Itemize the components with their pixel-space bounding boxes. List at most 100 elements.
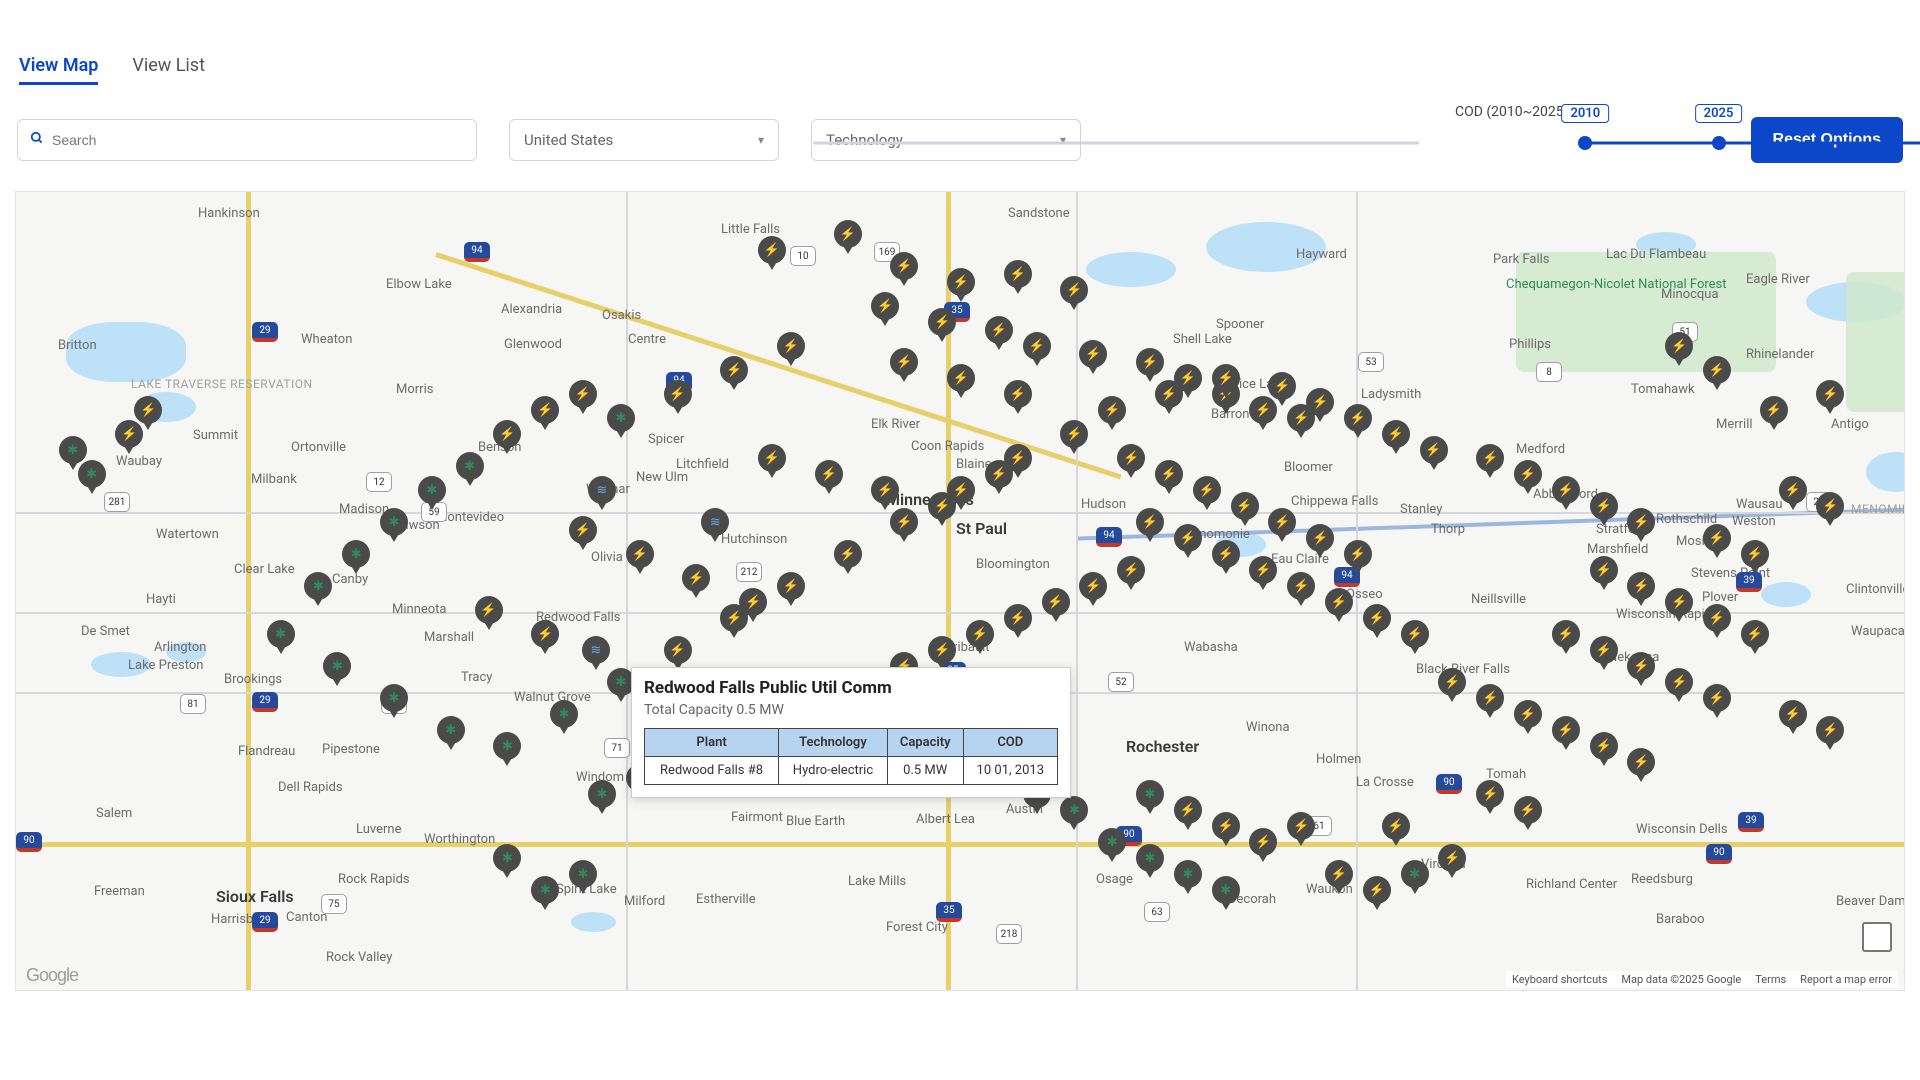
map-pin[interactable]: ✱	[78, 460, 106, 496]
map-pin[interactable]: ⚡	[928, 492, 956, 528]
map-pin[interactable]: ⚡	[985, 316, 1013, 352]
map-pin[interactable]: ⚡	[1816, 492, 1844, 528]
map-pin[interactable]: ⚡	[1004, 604, 1032, 640]
map-pin[interactable]: ⚡	[1382, 812, 1410, 848]
search-input[interactable]	[52, 132, 464, 148]
map-pin[interactable]: ⚡	[1476, 684, 1504, 720]
map-pin[interactable]: ⚡	[1268, 508, 1296, 544]
map-pin[interactable]: ⚡	[834, 220, 862, 256]
map-pin[interactable]: ⚡	[664, 380, 692, 416]
map-pin[interactable]: ⚡	[758, 236, 786, 272]
map-pin[interactable]: ⚡	[1287, 812, 1315, 848]
map-pin[interactable]: ⚡	[1155, 460, 1183, 496]
map-pin[interactable]: ✱	[380, 508, 408, 544]
map-pin[interactable]: ⚡	[777, 572, 805, 608]
map-pin[interactable]: ✱	[493, 732, 521, 768]
map-pin[interactable]: ✱	[1401, 860, 1429, 896]
map-pin[interactable]: ⚡	[1779, 476, 1807, 512]
map-pin[interactable]: ⚡	[1023, 332, 1051, 368]
map-pin[interactable]: ⚡	[1363, 604, 1391, 640]
map-pin[interactable]: ⚡	[1703, 524, 1731, 560]
technology-select[interactable]: Technology ▾	[811, 119, 1081, 161]
map-pin[interactable]: ✱	[380, 684, 408, 720]
map-pin[interactable]: ⚡	[1212, 540, 1240, 576]
map-pin[interactable]: ⚡	[1627, 748, 1655, 784]
map-pin[interactable]: ⚡	[1438, 844, 1466, 880]
fullscreen-button[interactable]	[1862, 922, 1892, 952]
map-pin[interactable]: ⚡	[1344, 404, 1372, 440]
map-pin[interactable]: ⚡	[1306, 388, 1334, 424]
map-canvas[interactable]: Minneapolis St Paul Sioux Falls Rocheste…	[15, 191, 1905, 991]
slider-thumb-max[interactable]	[1712, 136, 1726, 150]
map-pin[interactable]: ⚡	[1325, 860, 1353, 896]
map-pin[interactable]: ⚡	[1665, 588, 1693, 624]
map-pin[interactable]: ⚡	[1155, 380, 1183, 416]
map-pin[interactable]: ⚡	[1268, 372, 1296, 408]
map-pin[interactable]: ⚡	[739, 588, 767, 624]
map-pin[interactable]: ⚡	[1287, 572, 1315, 608]
map-pin[interactable]: ⚡	[1438, 668, 1466, 704]
map-pin[interactable]: ⚡	[1231, 492, 1259, 528]
map-pin[interactable]: ⚡	[1816, 716, 1844, 752]
map-pin[interactable]: ⚡	[1249, 828, 1277, 864]
map-pin[interactable]: ⚡	[1306, 524, 1334, 560]
map-pin[interactable]: ✱	[493, 844, 521, 880]
map-pin[interactable]: ⚡	[985, 460, 1013, 496]
map-pin[interactable]: ⚡	[1401, 620, 1429, 656]
map-pin[interactable]: ⚡	[1514, 700, 1542, 736]
map-pin[interactable]: ✱	[456, 452, 484, 488]
map-pin[interactable]: ⚡	[1004, 260, 1032, 296]
map-pin[interactable]: ⚡	[1514, 796, 1542, 832]
map-pin[interactable]: ✱	[607, 404, 635, 440]
map-pin[interactable]: ✱	[342, 540, 370, 576]
map-pin[interactable]: ⚡	[1514, 460, 1542, 496]
map-pin[interactable]: ⚡	[531, 396, 559, 432]
tab-view-map[interactable]: View Map	[19, 55, 98, 85]
map-pin[interactable]: ⚡	[1476, 780, 1504, 816]
search-field[interactable]	[17, 119, 477, 161]
map-pin[interactable]: ⚡	[815, 460, 843, 496]
map-pin[interactable]: ⚡	[569, 380, 597, 416]
map-pin[interactable]: ⚡	[1212, 812, 1240, 848]
map-pin[interactable]: ✱	[437, 716, 465, 752]
map-pin[interactable]: ⚡	[1060, 276, 1088, 312]
map-pin[interactable]: ⚡	[1703, 684, 1731, 720]
cod-slider[interactable]: COD (2010~2025) 2010 2025	[1113, 122, 1719, 158]
map-pin[interactable]: ⚡	[1552, 716, 1580, 752]
map-pin[interactable]: ≋	[588, 476, 616, 512]
map-pin[interactable]: ⚡	[1760, 396, 1788, 432]
reset-button[interactable]: Reset Options	[1751, 117, 1903, 163]
map-pin[interactable]: ⚡	[1816, 380, 1844, 416]
map-pin[interactable]: ⚡	[1212, 364, 1240, 400]
map-pin[interactable]: ⚡	[928, 308, 956, 344]
map-pin[interactable]: ⚡	[1363, 876, 1391, 912]
map-pin[interactable]: ⚡	[720, 356, 748, 392]
map-pin[interactable]: ⚡	[1703, 356, 1731, 392]
map-pin[interactable]: ⚡	[1590, 492, 1618, 528]
map-pin[interactable]: ⚡	[115, 420, 143, 456]
map-pin[interactable]: ⚡	[1627, 508, 1655, 544]
map-pin[interactable]: ≋	[701, 508, 729, 544]
map-pin[interactable]: ✱	[569, 860, 597, 896]
map-pin[interactable]: ✱	[1136, 844, 1164, 880]
map-pin[interactable]: ⚡	[1665, 332, 1693, 368]
map-pin[interactable]: ⚡	[1590, 732, 1618, 768]
map-pin[interactable]: ⚡	[947, 268, 975, 304]
map-pin[interactable]: ⚡	[890, 348, 918, 384]
map-pin[interactable]: ⚡	[1741, 540, 1769, 576]
map-pin[interactable]: ✱	[1212, 876, 1240, 912]
map-pin[interactable]: ⚡	[1004, 380, 1032, 416]
map-pin[interactable]: ⚡	[1420, 436, 1448, 472]
terms-link[interactable]: Terms	[1755, 973, 1786, 986]
map-pin[interactable]: ⚡	[890, 252, 918, 288]
map-pin[interactable]: ⚡	[475, 596, 503, 632]
map-pin[interactable]: ⚡	[1741, 620, 1769, 656]
map-pin[interactable]: ⚡	[1136, 508, 1164, 544]
map-pin[interactable]: ⚡	[626, 540, 654, 576]
map-pin[interactable]: ✱	[267, 620, 295, 656]
map-pin[interactable]: ✱	[304, 572, 332, 608]
map-pin[interactable]: ⚡	[966, 620, 994, 656]
map-pin[interactable]: ⚡	[1627, 572, 1655, 608]
map-pin[interactable]: ⚡	[1325, 588, 1353, 624]
map-pin-selected[interactable]: ≋	[582, 636, 610, 672]
